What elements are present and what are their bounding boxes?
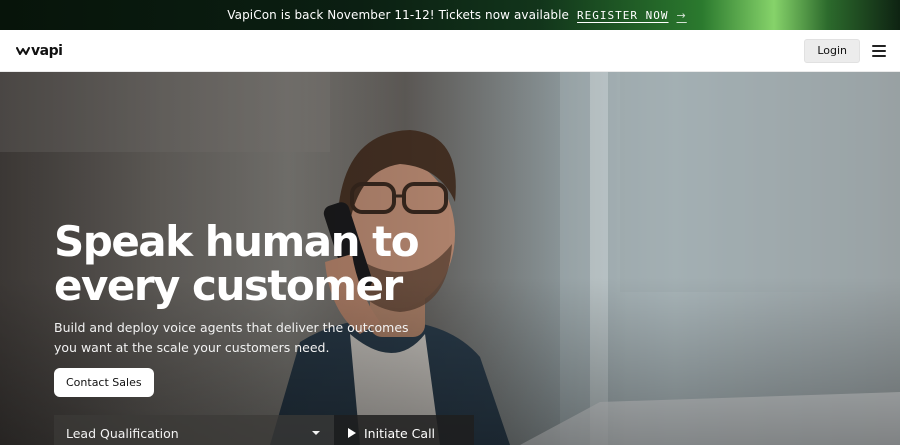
header-actions: Login (804, 38, 888, 63)
initiate-call-button[interactable]: Initiate Call (334, 415, 474, 445)
login-button[interactable]: Login (804, 38, 860, 63)
hero-subtitle: Build and deploy voice agents that deliv… (54, 320, 409, 355)
register-now-link[interactable]: REGISTER NOW → (577, 9, 687, 22)
vapi-wave-icon (16, 46, 30, 55)
play-icon (348, 428, 356, 438)
hero-title-line-1: Speak human to (54, 217, 420, 266)
vapi-logo[interactable]: vapi (16, 42, 63, 59)
announcement-bar: VapiCon is back November 11-12! Tickets … (0, 0, 900, 30)
hero-title: Speak human to every customer (54, 220, 474, 308)
use-case-select-value: Lead Qualification (66, 425, 179, 441)
use-case-select[interactable]: Lead Qualification (54, 415, 334, 445)
hero-title-line-2: every customer (54, 261, 403, 310)
arrow-right-icon: → (676, 8, 687, 22)
announcement-text: VapiCon is back November 11-12! Tickets … (227, 8, 570, 22)
register-now-label: REGISTER NOW (577, 8, 669, 22)
logo-text: vapi (31, 42, 63, 59)
hero-section: Speak human to every customer Build and … (0, 72, 900, 445)
chevron-down-icon (312, 431, 320, 435)
demo-call-bar: Lead Qualification Initiate Call (54, 415, 474, 445)
site-header: vapi Login (0, 30, 900, 72)
hamburger-menu-icon[interactable] (870, 41, 888, 61)
initiate-call-label: Initiate Call (364, 425, 436, 441)
contact-sales-button[interactable]: Contact Sales (54, 368, 154, 397)
